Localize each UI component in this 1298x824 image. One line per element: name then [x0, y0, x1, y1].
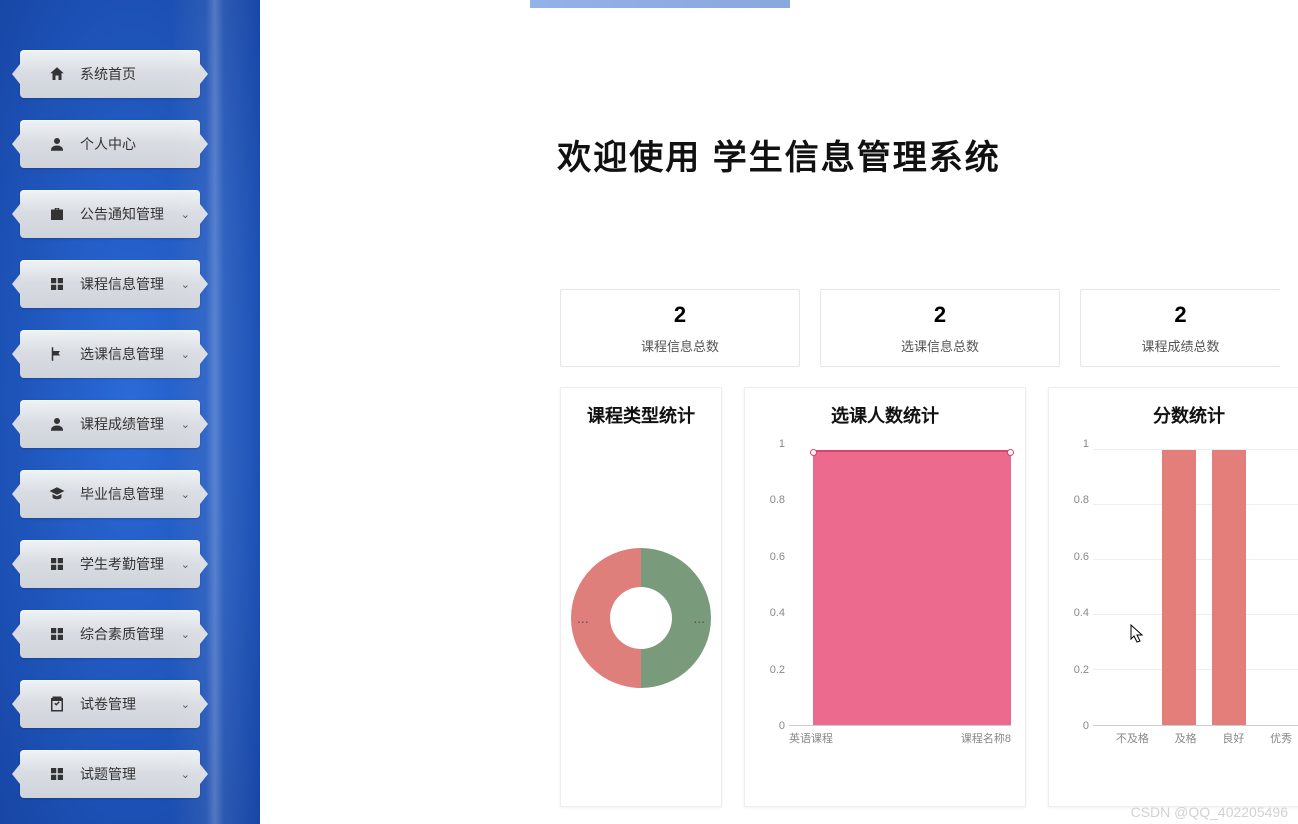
nav-question[interactable]: 试题管理 ⌄: [20, 750, 200, 798]
y-axis: 0 0.2 0.4 0.6 0.8 1: [1059, 444, 1089, 726]
nav-course-info[interactable]: 课程信息管理 ⌄: [20, 260, 200, 308]
nav-graduation[interactable]: 毕业信息管理 ⌄: [20, 470, 200, 518]
main-content: 欢迎使用 学生信息管理系统 2 课程信息总数 2 选课信息总数 2 课程成绩总数…: [260, 0, 1298, 824]
chart-row: 课程类型统计 ... ... 选课人数统计 0 0.2 0.4 0.6 0.8 …: [560, 387, 1298, 807]
area-chart: 0 0.2 0.4 0.6 0.8 1 英语课程 课程名称8: [755, 444, 1015, 744]
person-icon: [48, 415, 66, 433]
stat-label: 课程信息总数: [641, 336, 719, 355]
grid-icon: [48, 765, 66, 783]
donut-chart: ... ...: [571, 548, 711, 688]
nav-announcement[interactable]: 公告通知管理 ⌄: [20, 190, 200, 238]
nav-label: 课程信息管理: [80, 274, 181, 294]
bars: [1103, 450, 1298, 725]
top-tab-indicator: [530, 0, 790, 8]
plot-area: [789, 450, 1011, 726]
nav-grade[interactable]: 课程成绩管理 ⌄: [20, 400, 200, 448]
nav-attendance[interactable]: 学生考勤管理 ⌄: [20, 540, 200, 588]
grid-icon: [48, 275, 66, 293]
stat-card-course-info[interactable]: 2 课程信息总数: [560, 289, 800, 367]
flag-icon: [48, 345, 66, 363]
nav-label: 公告通知管理: [80, 204, 181, 224]
data-point: [1007, 449, 1014, 456]
chevron-down-icon: ⌄: [181, 628, 190, 641]
stat-card-course-select[interactable]: 2 选课信息总数: [820, 289, 1060, 367]
nav-label: 综合素质管理: [80, 624, 181, 644]
bar-good: [1212, 450, 1246, 725]
x-tick: 英语课程: [789, 730, 833, 746]
grid-icon: [48, 555, 66, 573]
chevron-down-icon: ⌄: [181, 768, 190, 781]
chevron-down-icon: ⌄: [181, 698, 190, 711]
y-axis: 0 0.2 0.4 0.6 0.8 1: [755, 444, 785, 726]
chevron-down-icon: ⌄: [181, 488, 190, 501]
x-tick: 课程名称8: [961, 730, 1011, 746]
x-tick: 及格: [1175, 730, 1197, 746]
stat-card-grade[interactable]: 2 课程成绩总数: [1080, 289, 1280, 367]
chart-card-score: 分数统计 0 0.2 0.4 0.6 0.8 1: [1048, 387, 1298, 807]
plot-area: [1093, 450, 1298, 726]
clipboard-icon: [48, 695, 66, 713]
nav-home[interactable]: 系统首页: [20, 50, 200, 98]
area-fill: [813, 450, 1011, 725]
donut-ring: [571, 548, 711, 688]
chart-title: 分数统计: [1059, 402, 1298, 428]
chevron-down-icon: ⌄: [181, 208, 190, 221]
grid-icon: [48, 625, 66, 643]
nav-exam-paper[interactable]: 试卷管理 ⌄: [20, 680, 200, 728]
chevron-down-icon: ⌄: [181, 348, 190, 361]
home-icon: [48, 65, 66, 83]
nav-label: 个人中心: [80, 134, 200, 154]
watermark: CSDN @QQ_402205496: [1131, 804, 1288, 820]
nav-quality[interactable]: 综合素质管理 ⌄: [20, 610, 200, 658]
chevron-down-icon: ⌄: [181, 418, 190, 431]
chart-title: 选课人数统计: [755, 402, 1015, 428]
x-axis: 不及格 及格 良好 优秀: [1103, 730, 1298, 746]
stat-label: 课程成绩总数: [1141, 336, 1219, 355]
nav-label: 系统首页: [80, 64, 200, 84]
data-point: [810, 449, 817, 456]
x-tick: 优秀: [1270, 730, 1292, 746]
stat-label: 选课信息总数: [901, 336, 979, 355]
stat-row: 2 课程信息总数 2 选课信息总数 2 课程成绩总数: [560, 289, 1298, 367]
welcome-heading: 欢迎使用 学生信息管理系统: [260, 130, 1298, 179]
area-line: [813, 450, 1011, 452]
chart-card-course-type: 课程类型统计 ... ...: [560, 387, 722, 807]
nav-label: 试卷管理: [80, 694, 181, 714]
nav-label: 选课信息管理: [80, 344, 181, 364]
cap-icon: [48, 485, 66, 503]
nav-label: 毕业信息管理: [80, 484, 181, 504]
chevron-down-icon: ⌄: [181, 278, 190, 291]
sidebar: 系统首页 个人中心 公告通知管理 ⌄ 课程信息管理 ⌄ 选课信息管理 ⌄ 课程成…: [0, 0, 260, 824]
x-axis: 英语课程 课程名称8: [789, 730, 1011, 746]
stat-value: 2: [674, 302, 686, 328]
x-tick: 良好: [1222, 730, 1244, 746]
nav-profile[interactable]: 个人中心: [20, 120, 200, 168]
x-tick: 不及格: [1116, 730, 1149, 746]
bar-pass: [1162, 450, 1196, 725]
briefcase-icon: [48, 205, 66, 223]
nav-label: 试题管理: [80, 764, 181, 784]
bar-chart: 0 0.2 0.4 0.6 0.8 1: [1059, 444, 1298, 744]
stat-value: 2: [934, 302, 946, 328]
chart-card-enrollment: 选课人数统计 0 0.2 0.4 0.6 0.8 1: [744, 387, 1026, 807]
person-icon: [48, 135, 66, 153]
chart-title: 课程类型统计: [571, 402, 711, 428]
donut-label-right: ...: [693, 610, 705, 626]
chevron-down-icon: ⌄: [181, 558, 190, 571]
nav-label: 课程成绩管理: [80, 414, 181, 434]
nav-course-select[interactable]: 选课信息管理 ⌄: [20, 330, 200, 378]
stat-value: 2: [1174, 302, 1186, 328]
donut-label-left: ...: [577, 610, 589, 626]
nav-label: 学生考勤管理: [80, 554, 181, 574]
